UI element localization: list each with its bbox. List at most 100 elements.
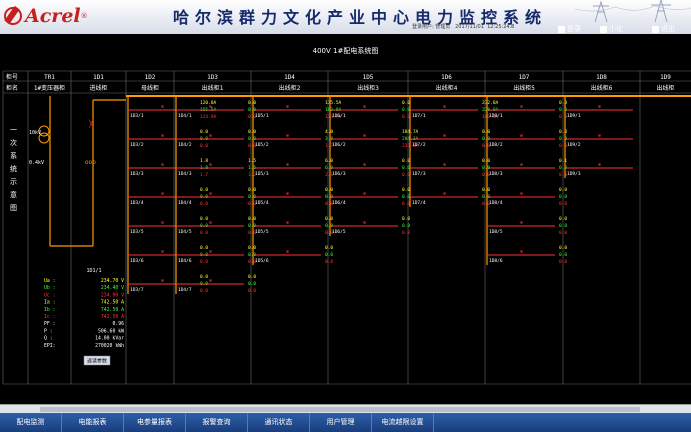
column-name: 母线柜 <box>141 84 159 92</box>
phase-a-current: 1.5 <box>248 158 256 164</box>
phase-a-current: 0.0 <box>200 129 208 135</box>
breaker-icon: ⊗ <box>161 278 164 284</box>
phase-a-current: 0.0 <box>559 187 567 193</box>
phase-a-current: 0.0 <box>325 216 333 222</box>
nav-item-7[interactable]: 电流越限设置 <box>372 413 434 432</box>
minimize-icon <box>600 25 607 33</box>
transformer-hv-label: 10kV <box>29 130 41 136</box>
side-label-char: 示 <box>10 178 17 186</box>
breaker-icon: ⊗ <box>598 133 601 139</box>
breaker-icon: ⊗ <box>161 133 164 139</box>
column-name: 1#变压器柜 <box>34 84 65 92</box>
meter-label: PF : <box>44 321 56 327</box>
feeder-id: 1D4/1 <box>178 113 192 119</box>
breaker-icon: ⊗ <box>520 162 523 168</box>
side-label-char: 统 <box>10 164 17 173</box>
feeder-id: 1D5/6 <box>255 258 269 264</box>
phase-a-current: 0.0 <box>200 274 208 280</box>
nav-item-6[interactable]: 用户管理 <box>310 413 372 432</box>
meter-value: 234.70 V <box>101 278 124 284</box>
breaker-icon: ⊗ <box>363 104 366 110</box>
nav-item-3[interactable]: 电参量报表 <box>124 413 186 432</box>
nav-item-5[interactable]: 通讯状态 <box>248 413 310 432</box>
feeder-id: 1D7/1 <box>412 113 426 119</box>
phase-a-current: 0.0 <box>402 216 410 222</box>
meter-label: EPI: <box>44 343 56 349</box>
feeder-id: 1D5/3 <box>255 171 269 177</box>
phase-a-current: 0.0 <box>200 187 208 193</box>
column-id: 1D9 <box>660 74 671 81</box>
breaker-icon: ⊗ <box>209 220 212 226</box>
phase-a-current: 4.0 <box>325 129 333 135</box>
phase-a-current: 0.0 <box>559 245 567 251</box>
phase-c-current: 0.0 <box>200 143 208 149</box>
incomer-ct-icon: ooo <box>85 159 96 166</box>
login-button[interactable]: 登录 <box>558 24 581 34</box>
phase-a-current: 0.0 <box>482 129 490 135</box>
incomer-breaker-icon: ╳ <box>88 119 94 128</box>
exit-button[interactable]: 退出 <box>652 24 675 34</box>
nav-item-4[interactable]: 报警查询 <box>186 413 248 432</box>
feeder-id: 1D8/5 <box>489 229 503 235</box>
column-id: 1D1 <box>93 74 104 81</box>
phase-a-current: 0.0 <box>559 216 567 222</box>
date-readout: 2017/11/01 <box>455 24 484 30</box>
feeder-id: 1D3/7 <box>130 287 144 293</box>
phase-c-current: 0.0 <box>402 230 410 236</box>
feeder-id: 1D3/3 <box>130 171 144 177</box>
column-name: 出线柜6 <box>591 84 613 92</box>
feeder-id: 1D5/5 <box>255 229 269 235</box>
breaker-icon: ⊗ <box>443 162 446 168</box>
feeder-id: 1D8/1 <box>489 113 503 119</box>
phase-a-current: 0.0 <box>402 100 410 106</box>
scrollbar-thumb[interactable] <box>40 407 640 412</box>
brand-name: Acrel <box>25 5 81 27</box>
feeder-id: 1D4/3 <box>178 171 192 177</box>
phase-a-current: 0.0 <box>559 129 567 135</box>
meter-label: Q : <box>44 336 53 342</box>
side-label-char: 一 <box>10 126 17 134</box>
breaker-icon: ⊗ <box>209 191 212 197</box>
breaker-icon: ⊗ <box>443 104 446 110</box>
column-id: 1D3 <box>207 74 218 81</box>
breaker-icon: ⊗ <box>209 249 212 255</box>
breaker-icon: ⊗ <box>520 249 523 255</box>
phase-b-current: 0.0 <box>325 252 333 258</box>
breaker-icon: ⊗ <box>363 220 366 226</box>
breaker-icon: ⊗ <box>286 220 289 226</box>
breaker-icon: ⊗ <box>363 162 366 168</box>
phase-a-current: 232.8A <box>482 100 499 106</box>
nav-item-2[interactable]: 电能报表 <box>62 413 124 432</box>
bottom-nav: 配电监测 电能报表 电参量报表 报警查询 通讯状态 用户管理 电流越限设置 <box>0 413 691 432</box>
breaker-icon: ⊗ <box>209 278 212 284</box>
row-label-name: 柜名 <box>6 84 18 92</box>
acrel-logo-icon <box>4 7 22 25</box>
phase-c-current: 0.0 <box>402 201 410 207</box>
breaker-icon: ⊗ <box>161 220 164 226</box>
phase-b-current: 0.0 <box>402 223 410 229</box>
minimize-button[interactable]: 小化 <box>600 24 623 34</box>
feeder-id: 1D3/5 <box>130 229 144 235</box>
acrel-logo: Acrel ® <box>4 3 88 29</box>
column-name: 出线柜2 <box>279 84 301 92</box>
user-status: 登录用户: 管理员 2017/11/01 12:25:24.8 <box>412 23 514 30</box>
breaker-icon: ⊗ <box>286 162 289 168</box>
feeder-id: 1D7/3 <box>412 171 426 177</box>
breaker-icon: ⊗ <box>520 104 523 110</box>
feeder-id: 1D4/7 <box>178 287 192 293</box>
feeder-id: 1D8/6 <box>489 258 503 264</box>
meter-label: Uc : <box>44 292 56 298</box>
side-label-char: 意 <box>10 190 17 199</box>
breaker-icon: ⊗ <box>161 191 164 197</box>
phase-c-current: 0.0 <box>402 172 410 178</box>
nav-item-1[interactable]: 配电监测 <box>0 413 62 432</box>
column-id: 1D4 <box>284 74 295 81</box>
breaker-icon: ⊗ <box>286 133 289 139</box>
column-id: 1D5 <box>363 74 374 81</box>
distribution-diagram: 柜号柜名一次系统示意图 TR1 1#变压器柜 1D1 进线柜 1D2 母线柜 1D3 出线柜1 1… <box>2 70 691 385</box>
phase-c-current: 1.7 <box>200 172 208 178</box>
breaker-icon: ⊗ <box>443 133 446 139</box>
meter-value: 234.00 V <box>101 292 124 298</box>
feeder-id: 1D9/1 <box>567 113 581 119</box>
meter-value: 14.00 kVar <box>95 336 124 342</box>
